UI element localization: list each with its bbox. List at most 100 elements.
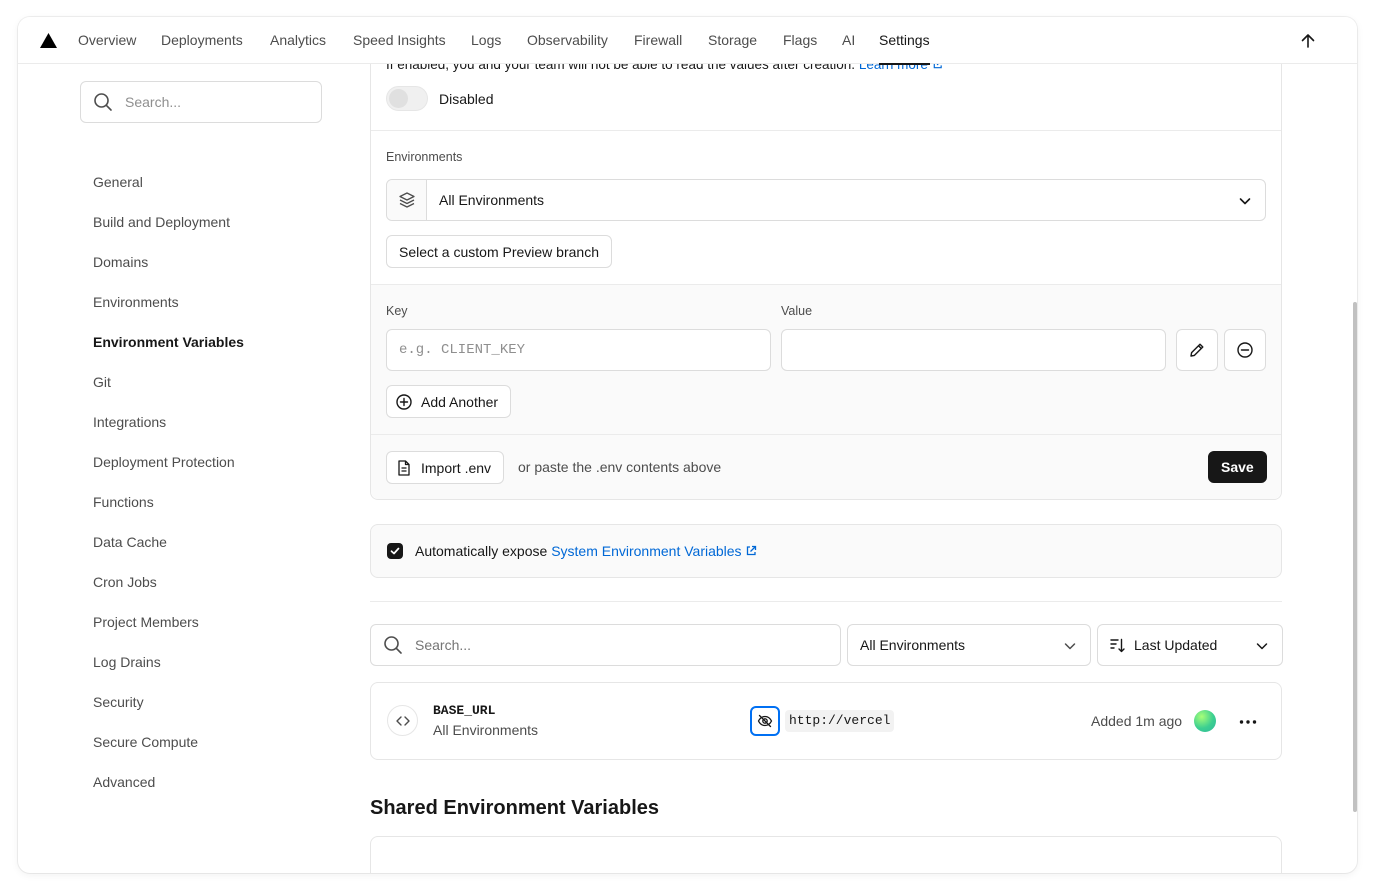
value-label: Value — [781, 304, 813, 318]
variable-row[interactable]: BASE_URL All Environments http://vercel … — [370, 682, 1282, 760]
form-footer — [371, 435, 1281, 499]
search-icon — [384, 636, 402, 654]
sidebar-item-data-cache[interactable]: Data Cache — [93, 534, 167, 550]
system-env-vars-link[interactable]: System Environment Variables — [551, 543, 757, 559]
sidebar-item-build-and-deployment[interactable]: Build and Deployment — [93, 214, 230, 230]
paste-hint: or paste the .env contents above — [518, 459, 722, 475]
tab-analytics[interactable]: Analytics — [270, 32, 326, 48]
custom-preview-branch-label: Select a custom Preview branch — [399, 243, 599, 260]
value-input[interactable] — [782, 330, 1165, 370]
checkmark-icon — [390, 547, 400, 555]
sidebar-item-cron-jobs[interactable]: Cron Jobs — [93, 574, 157, 590]
environments-value: All Environments — [439, 192, 545, 208]
search-icon — [94, 93, 112, 111]
key-field[interactable] — [386, 329, 771, 371]
sidebar-item-domains[interactable]: Domains — [93, 254, 148, 270]
tab-observability[interactable]: Observability — [527, 32, 608, 48]
add-another-label: Add Another — [421, 393, 499, 410]
code-icon-badge — [387, 705, 418, 736]
import-env-button[interactable]: Import .env — [386, 451, 505, 484]
expose-checkbox[interactable] — [387, 543, 403, 559]
tab-settings[interactable]: Settings — [879, 32, 930, 65]
system-env-vars-label: System Environment Variables — [551, 543, 742, 559]
sidebar-item-environment-variables[interactable]: Environment Variables — [93, 334, 244, 350]
toggle-knob — [389, 89, 408, 108]
variable-value: http://vercel — [785, 710, 895, 732]
sidebar-search[interactable] — [80, 81, 322, 123]
tab-overview[interactable]: Overview — [78, 32, 136, 48]
divider — [371, 130, 1281, 131]
sidebar-item-log-drains[interactable]: Log Drains — [93, 654, 161, 670]
add-another-button[interactable]: Add Another — [386, 385, 512, 418]
top-nav: Overview Deployments Analytics Speed Ins… — [18, 17, 1357, 65]
sidebar-item-security[interactable]: Security — [93, 694, 144, 710]
sidebar-item-functions[interactable]: Functions — [93, 494, 154, 510]
environments-select[interactable]: All Environments — [386, 179, 1266, 221]
page-scrollbar[interactable] — [1353, 302, 1357, 812]
environment-filter-value: All Environments — [860, 637, 966, 653]
key-label: Key — [386, 304, 408, 318]
layers-icon — [399, 192, 415, 208]
key-input[interactable] — [387, 330, 770, 370]
variable-environments: All Environments — [433, 722, 539, 738]
sort-select[interactable]: Last Updated — [1097, 624, 1283, 666]
minus-circle-icon — [1237, 342, 1253, 358]
vercel-logo-icon[interactable] — [40, 33, 57, 48]
edit-value-button[interactable] — [1176, 329, 1218, 371]
browser-window: Overview Deployments Analytics Speed Ins… — [18, 17, 1357, 873]
eye-off-icon — [757, 714, 773, 728]
shared-env-vars-card — [370, 836, 1282, 873]
code-icon — [396, 716, 410, 726]
sidebar-search-input[interactable] — [125, 92, 305, 112]
toggle-state-label: Disabled — [439, 91, 494, 107]
expose-text: Automatically expose System Environment … — [415, 543, 757, 559]
sidebar-item-secure-compute[interactable]: Secure Compute — [93, 734, 198, 750]
external-link-icon — [747, 545, 757, 556]
variables-search-input[interactable] — [415, 635, 815, 655]
divider — [370, 601, 1282, 602]
chevron-down-icon — [1239, 198, 1251, 205]
scroll-to-top-icon[interactable] — [1298, 31, 1318, 51]
import-env-label: Import .env — [421, 459, 492, 476]
reveal-value-button[interactable] — [750, 706, 780, 736]
sidebar-item-git[interactable]: Git — [93, 374, 111, 390]
sidebar-item-project-members[interactable]: Project Members — [93, 614, 199, 630]
tab-speed-insights[interactable]: Speed Insights — [353, 32, 446, 48]
tab-firewall[interactable]: Firewall — [634, 32, 682, 48]
expose-label: Automatically expose — [415, 543, 548, 559]
value-field[interactable] — [781, 329, 1166, 371]
chevron-down-icon — [1064, 643, 1076, 650]
tab-flags[interactable]: Flags — [783, 32, 817, 48]
save-button[interactable]: Save — [1208, 451, 1267, 483]
env-var-form: If enabled, you and your team will not b… — [370, 37, 1282, 500]
pencil-icon — [1190, 343, 1204, 357]
variables-search[interactable] — [370, 624, 841, 666]
tab-logs[interactable]: Logs — [471, 32, 501, 48]
sort-icon — [1110, 638, 1125, 653]
tab-storage[interactable]: Storage — [708, 32, 757, 48]
tab-ai[interactable]: AI — [842, 32, 855, 48]
chevron-down-icon — [1256, 643, 1268, 650]
plus-circle-icon — [396, 393, 412, 410]
environments-label: Environments — [386, 150, 463, 164]
sidebar-item-general[interactable]: General — [93, 174, 143, 190]
save-label: Save — [1221, 459, 1254, 475]
sidebar-item-deployment-protection[interactable]: Deployment Protection — [93, 454, 235, 470]
expose-system-vars-card: Automatically expose System Environment … — [370, 524, 1282, 578]
more-options-icon[interactable] — [1238, 712, 1258, 732]
tab-deployments[interactable]: Deployments — [161, 32, 243, 48]
sidebar-item-integrations[interactable]: Integrations — [93, 414, 166, 430]
sidebar-item-advanced[interactable]: Advanced — [93, 774, 155, 790]
environment-filter-select[interactable]: All Environments — [847, 624, 1091, 666]
variable-name: BASE_URL — [433, 703, 496, 718]
sort-value: Last Updated — [1134, 637, 1218, 653]
custom-preview-branch-button[interactable]: Select a custom Preview branch — [386, 235, 612, 268]
shared-env-vars-title: Shared Environment Variables — [370, 797, 659, 819]
avatar — [1194, 710, 1216, 732]
layers-icon-box — [387, 180, 427, 220]
remove-row-button[interactable] — [1224, 329, 1266, 371]
sidebar-item-environments[interactable]: Environments — [93, 294, 179, 310]
file-icon — [398, 459, 410, 476]
variable-added-time: Added 1m ago — [1091, 713, 1183, 729]
sensitive-toggle[interactable] — [386, 86, 428, 111]
